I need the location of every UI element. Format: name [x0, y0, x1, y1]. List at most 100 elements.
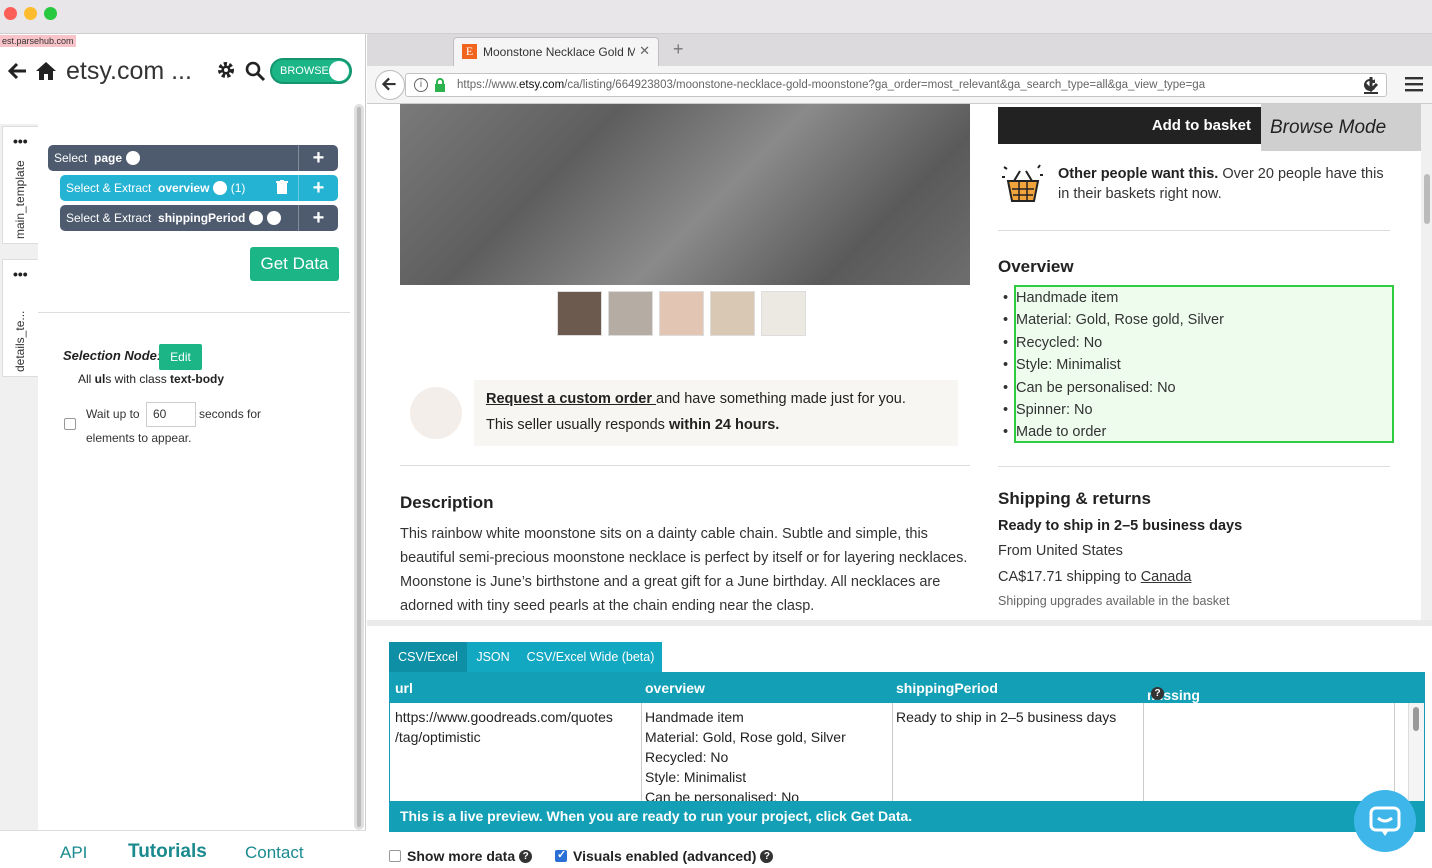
- page-scrollbar[interactable]: [1421, 104, 1432, 620]
- thumbnail[interactable]: [608, 291, 653, 336]
- search-icon[interactable]: [244, 60, 266, 82]
- cell-line: Style: Minimalist: [645, 769, 747, 785]
- tab-json[interactable]: JSON: [467, 642, 519, 672]
- request-custom-order-link[interactable]: Request a custom order: [486, 391, 656, 407]
- browser-tab[interactable]: E Moonstone Necklace Gold Mo ✕: [453, 37, 659, 66]
- camera-icon[interactable]: [126, 150, 141, 165]
- tab-title: Moonstone Necklace Gold Mo: [483, 45, 635, 59]
- thumbnail[interactable]: [557, 291, 602, 336]
- add-command-button[interactable]: +: [298, 175, 338, 201]
- scroll-thumb[interactable]: [1424, 174, 1430, 224]
- command-target: overview: [158, 181, 210, 195]
- command-extract-overview[interactable]: Select & Extract overview (1) +: [60, 175, 338, 201]
- show-more-checkbox[interactable]: [389, 850, 401, 863]
- url-prefix: https://www.: [457, 79, 519, 91]
- browse-toggle[interactable]: BROWSE: [270, 58, 352, 84]
- column-divider: [892, 703, 893, 801]
- table-scrollbar[interactable]: [1408, 703, 1424, 801]
- window-titlebar: [0, 0, 1432, 34]
- scroll-thumb[interactable]: [1413, 707, 1419, 731]
- zoom-window-button[interactable]: [44, 7, 57, 20]
- selection-node-description: All uls with class text-body: [78, 372, 224, 386]
- command-select-page[interactable]: Select page +: [48, 145, 338, 171]
- download-icon[interactable]: [249, 210, 264, 225]
- tab-main-template-label: main_template: [13, 160, 27, 239]
- tab-csv-excel[interactable]: CSV/Excel: [389, 642, 467, 672]
- download-icon[interactable]: [213, 180, 228, 195]
- close-tab-icon[interactable]: ✕: [639, 43, 650, 59]
- browse-toggle-label: BROWSE: [280, 65, 329, 77]
- column-divider: [641, 703, 642, 801]
- camera-icon[interactable]: [267, 210, 282, 225]
- cell-line: Material: Gold, Rose gold, Silver: [645, 729, 846, 745]
- column-header: url: [395, 680, 413, 696]
- browser-back-button[interactable]: [375, 70, 405, 100]
- help-icon[interactable]: ?: [1151, 687, 1164, 700]
- project-header: etsy.com ... BROWSE: [0, 52, 366, 92]
- url-bar[interactable]: i https://www.etsy.com/ca/listing/664923…: [405, 73, 1387, 97]
- command-extract-shipping[interactable]: Select & Extract shippingPeriod +: [60, 205, 338, 231]
- help-icon[interactable]: ?: [760, 849, 774, 863]
- etsy-favicon-icon: E: [462, 44, 477, 59]
- visuals-option[interactable]: Visuals enabled (advanced)?: [555, 848, 774, 864]
- url-host: etsy.com: [519, 79, 565, 91]
- basket-icon: [1002, 164, 1043, 202]
- response-time: within 24 hours.: [668, 417, 780, 433]
- tab-details-template[interactable]: ••• details_te...: [2, 259, 38, 377]
- left-panel-scrollbar[interactable]: [354, 104, 364, 830]
- cell-missing-data: [1147, 707, 1387, 801]
- hamburger-menu-icon[interactable]: [1405, 76, 1423, 92]
- response-time-text: This seller usually responds within 24 h…: [486, 417, 779, 433]
- show-more-data-option[interactable]: Show more data?: [389, 848, 533, 864]
- ship-country-link[interactable]: Canada: [1141, 569, 1192, 585]
- trash-icon[interactable]: [276, 180, 288, 194]
- chat-support-button[interactable]: [1354, 790, 1416, 852]
- shipping-heading: Shipping & returns: [998, 489, 1151, 508]
- more-dots-icon[interactable]: •••: [13, 266, 28, 282]
- minimize-window-button[interactable]: [24, 7, 37, 20]
- download-icon[interactable]: [1361, 75, 1381, 95]
- wait-checkbox[interactable]: [64, 418, 76, 430]
- edit-button[interactable]: Edit: [159, 344, 202, 370]
- contact-link[interactable]: Contact: [245, 843, 304, 863]
- overview-item: Made to order: [1003, 421, 1224, 443]
- gear-icon[interactable]: [216, 60, 236, 80]
- thumbnail[interactable]: [761, 291, 806, 336]
- wait-label: Wait up to: [86, 407, 140, 421]
- visuals-checkbox[interactable]: [555, 848, 567, 863]
- close-window-button[interactable]: [4, 7, 17, 20]
- api-link[interactable]: API: [60, 843, 87, 863]
- get-data-button[interactable]: Get Data: [250, 247, 339, 281]
- home-icon[interactable]: [34, 59, 58, 83]
- results-panel: CSV/Excel JSON CSV/Excel Wide (beta) url…: [367, 620, 1432, 868]
- add-command-button[interactable]: +: [298, 145, 338, 171]
- column-header: shippingPeriod: [896, 680, 998, 696]
- shop-avatar[interactable]: [410, 387, 462, 439]
- command-target: shippingPeriod: [158, 211, 246, 225]
- column-divider: [1143, 703, 1144, 801]
- tutorials-link[interactable]: Tutorials: [128, 841, 207, 863]
- custom-order-rest: and have something made just for you.: [656, 391, 906, 407]
- toggle-knob: [329, 61, 349, 81]
- live-preview-text: This is a live preview. When you are rea…: [400, 808, 913, 824]
- add-command-button[interactable]: +: [298, 205, 338, 231]
- parsehub-panel: est.parsehub.com etsy.com ... BROWSE •••…: [0, 34, 366, 868]
- product-image[interactable]: [400, 104, 970, 285]
- ship-ready-text: Ready to ship in 2–5 business days: [998, 518, 1243, 534]
- scroll-thumb[interactable]: [356, 106, 362, 828]
- thumbnail[interactable]: [710, 291, 755, 336]
- help-icon[interactable]: ?: [519, 849, 533, 863]
- overview-list[interactable]: Handmade item Material: Gold, Rose gold,…: [1003, 287, 1224, 444]
- add-to-basket-button[interactable]: Add to basket: [998, 107, 1261, 144]
- new-tab-button[interactable]: +: [673, 39, 684, 60]
- social-proof-bold: Other people want this.: [1058, 166, 1219, 182]
- thumbnail[interactable]: [659, 291, 704, 336]
- desc-class: text-body: [170, 372, 225, 386]
- tab-csv-wide[interactable]: CSV/Excel Wide (beta): [519, 642, 662, 672]
- divider: [400, 465, 970, 466]
- back-arrow-icon[interactable]: [6, 60, 28, 82]
- tab-main-template[interactable]: ••• main_template: [2, 126, 38, 244]
- more-dots-icon[interactable]: •••: [13, 133, 28, 149]
- wait-seconds-input[interactable]: 60: [146, 402, 196, 427]
- info-icon[interactable]: i: [414, 78, 428, 92]
